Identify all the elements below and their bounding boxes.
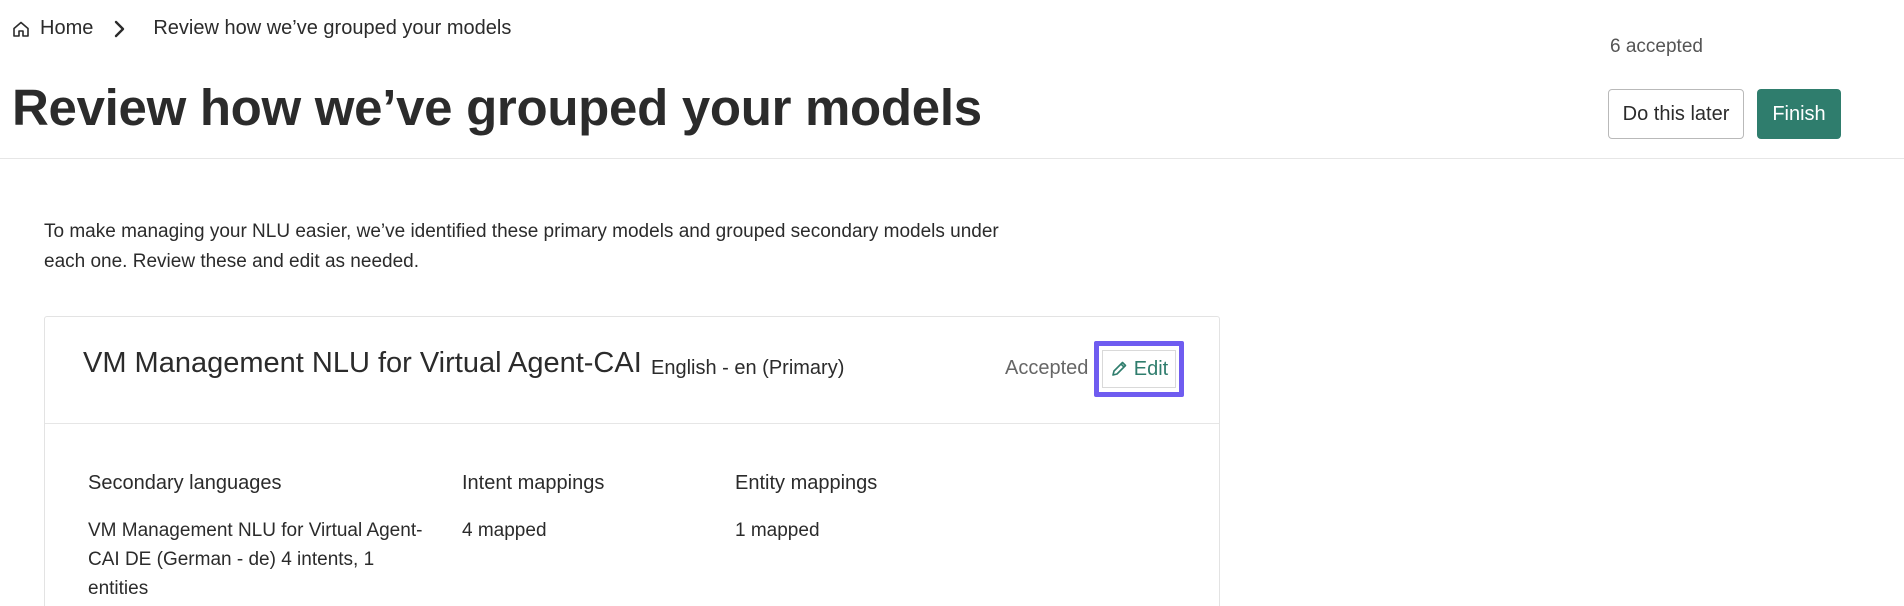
chevron-right-icon	[113, 20, 127, 38]
model-language: English - en (Primary)	[651, 357, 845, 379]
edit-label: Edit	[1133, 357, 1169, 380]
intro-text: To make managing your NLU easier, we’ve …	[44, 221, 999, 272]
model-card-header: VM Management NLU for Virtual Agent-CAI …	[45, 317, 1219, 424]
breadcrumb: Home Review how we’ve grouped your model…	[12, 17, 511, 40]
do-this-later-button[interactable]: Do this later	[1608, 89, 1744, 139]
finish-button[interactable]: Finish	[1757, 89, 1841, 139]
breadcrumb-home-link[interactable]: Home	[40, 17, 93, 40]
intent-mappings-heading: Intent mappings	[462, 472, 605, 494]
model-status: Accepted	[1005, 357, 1089, 379]
edit-button[interactable]: Edit	[1102, 350, 1176, 388]
breadcrumb-current: Review how we’ve grouped your models	[153, 17, 512, 39]
pencil-icon	[1110, 360, 1128, 378]
model-card: VM Management NLU for Virtual Agent-CAI …	[44, 316, 1220, 606]
home-icon[interactable]	[12, 20, 30, 38]
page-title: Review how we’ve grouped your models	[12, 79, 982, 136]
entity-mappings-heading: Entity mappings	[735, 472, 878, 494]
header-divider	[0, 158, 1904, 159]
secondary-languages-heading: Secondary languages	[88, 472, 282, 494]
intent-mappings-value: 4 mapped	[462, 520, 547, 541]
entity-mappings-value: 1 mapped	[735, 520, 820, 541]
page: Home Review how we’ve grouped your model…	[0, 0, 1904, 606]
secondary-languages-value: VM Management NLU for Virtual Agent-CAI …	[88, 520, 423, 599]
accepted-count: 6 accepted	[1610, 36, 1703, 57]
model-name: VM Management NLU for Virtual Agent-CAI	[83, 347, 642, 379]
